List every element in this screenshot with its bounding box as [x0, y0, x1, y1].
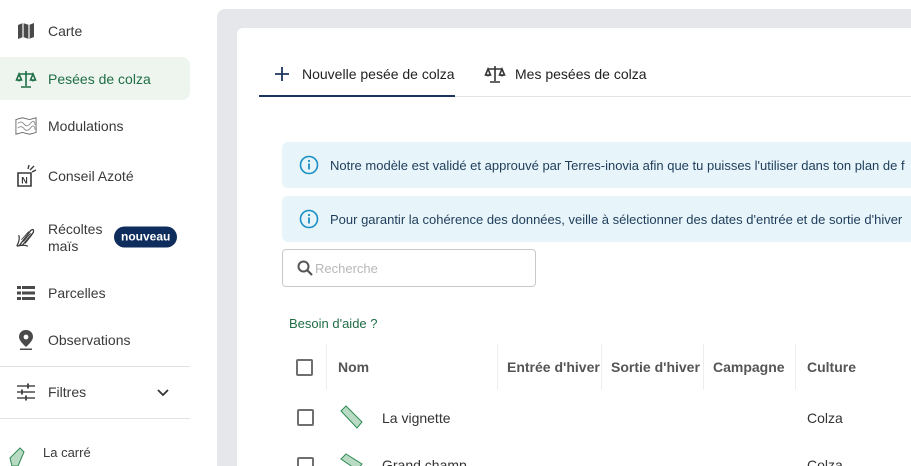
chevron-down-icon — [156, 385, 170, 401]
svg-text:N: N — [21, 176, 28, 186]
info-alert: Pour garantir la cohérence des données, … — [282, 196, 911, 242]
alert-text: Notre modèle est validé et approuvé par … — [330, 157, 905, 173]
active-tab-indicator — [259, 95, 455, 97]
sidebar-item-label: Observations — [48, 332, 131, 348]
column-separator — [795, 344, 796, 390]
sidebar-item-label: Conseil Azoté — [48, 168, 134, 184]
filters-label: Filtres — [48, 384, 87, 400]
sidebar-divider — [0, 418, 190, 419]
scale-icon — [484, 63, 506, 85]
column-header-nom[interactable]: Nom — [338, 359, 369, 375]
plot-shape-icon — [340, 453, 363, 466]
column-header-sortie-hiver[interactable]: Sortie d'hiver — [611, 359, 700, 375]
sidebar-item-label: Modulations — [48, 117, 124, 134]
tab-label: Mes pesées de colza — [515, 65, 647, 82]
row-checkbox[interactable] — [297, 457, 314, 466]
label-line-1: Récoltes — [48, 221, 103, 237]
sidebar-item-label: Récoltes maïs — [48, 221, 102, 255]
column-separator — [703, 344, 704, 390]
sidebar-item-parcelles[interactable]: Parcelles — [0, 271, 190, 314]
column-header-entree-hiver[interactable]: Entrée d'hiver — [507, 359, 600, 375]
column-separator — [601, 344, 602, 390]
info-icon — [299, 209, 319, 229]
map-icon — [15, 20, 37, 42]
sliders-icon — [15, 381, 37, 403]
table-row-culture: Colza — [807, 457, 843, 466]
column-header-campagne[interactable]: Campagne — [713, 359, 785, 375]
table-row-culture: Colza — [807, 410, 843, 426]
filters-toggle[interactable]: Filtres — [0, 370, 190, 414]
scale-icon — [15, 68, 37, 90]
row-checkbox[interactable] — [297, 409, 314, 426]
column-separator — [497, 344, 498, 390]
sidebar-item-modulations[interactable]: Modulations — [0, 104, 190, 147]
column-header-culture[interactable]: Culture — [807, 359, 856, 375]
column-separator — [326, 344, 327, 390]
select-all-checkbox[interactable] — [296, 359, 313, 376]
nitrogen-icon: N — [15, 164, 37, 187]
table-row-name[interactable]: La vignette — [382, 410, 451, 426]
sidebar-item-label: Pesées de colza — [48, 70, 151, 87]
search-input[interactable] — [315, 260, 515, 276]
sidebar-item-carte[interactable]: Carte — [0, 9, 190, 53]
sidebar-item-label: Parcelles — [48, 284, 106, 301]
plot-shape-icon — [340, 405, 363, 429]
new-badge: nouveau — [114, 226, 178, 248]
info-icon — [299, 155, 319, 175]
alert-text: Pour garantir la cohérence des données, … — [330, 211, 903, 227]
sidebar: Carte Pesées de colza Modulations N Cons… — [0, 0, 217, 466]
sidebar-item-conseil-azote[interactable]: N Conseil Azoté — [0, 153, 190, 199]
corn-icon — [15, 226, 37, 248]
sidebar-item-observations[interactable]: Observations — [0, 318, 190, 362]
plot-shape-icon — [6, 446, 28, 466]
parcel-name: La carré — [43, 445, 91, 460]
search-box — [282, 249, 536, 287]
list-icon — [15, 282, 37, 304]
tab-new-weighing[interactable]: Nouvelle pesée de colza — [271, 50, 455, 97]
help-link[interactable]: Besoin d'aide ? — [289, 316, 378, 331]
search-icon — [297, 260, 313, 276]
table-row-name[interactable]: Grand champ — [382, 457, 467, 466]
sidebar-divider — [0, 366, 190, 367]
parcel-list-item[interactable]: La carré — [0, 438, 190, 466]
tab-label: Nouvelle pesée de colza — [302, 65, 455, 82]
sidebar-item-pesees[interactable]: Pesées de colza — [0, 57, 190, 100]
pin-icon — [15, 329, 37, 351]
sidebar-item-recoltes-mais[interactable]: Récoltes maïs nouveau — [0, 213, 190, 261]
info-alert: Notre modèle est validé et approuvé par … — [282, 142, 911, 188]
modulation-map-icon — [15, 115, 37, 137]
sidebar-item-label: Carte — [48, 23, 83, 39]
plus-icon — [271, 63, 293, 85]
app-root: Carte Pesées de colza Modulations N Cons… — [0, 0, 911, 466]
tab-my-weighings[interactable]: Mes pesées de colza — [484, 50, 647, 97]
label-line-2: maïs — [48, 238, 79, 254]
